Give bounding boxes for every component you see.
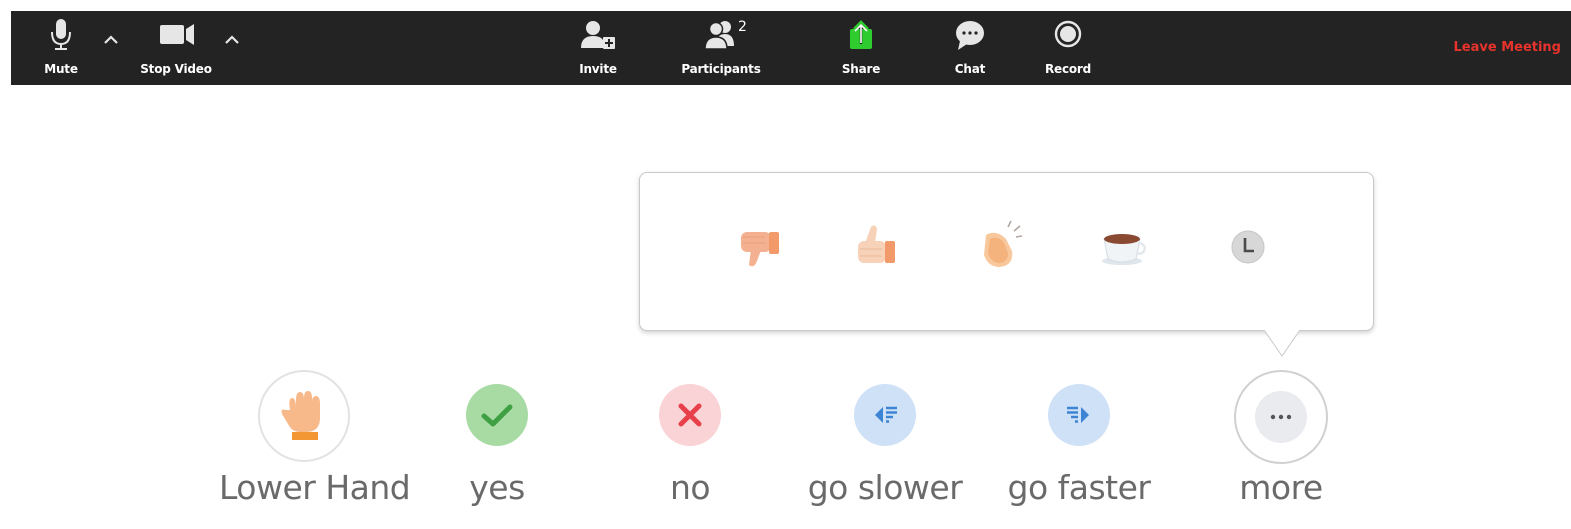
more-label: more: [1239, 468, 1323, 507]
share-screen-icon: [850, 20, 872, 49]
yes-button[interactable]: yes: [412, 370, 582, 520]
chat-button[interactable]: Chat: [940, 11, 1000, 85]
yes-label: yes: [469, 468, 525, 507]
go-slower-icon: [854, 384, 916, 446]
video-options-chevron-up-icon[interactable]: [223, 33, 241, 47]
go-faster-label: go faster: [1007, 468, 1151, 507]
invite-label: Invite: [579, 62, 617, 76]
chat-bubble-icon: [956, 21, 984, 50]
record-button[interactable]: Record: [1038, 11, 1098, 85]
invite-person-icon: [581, 21, 615, 49]
go-slower-label: go slower: [807, 468, 963, 507]
no-label: no: [669, 468, 711, 507]
stop-video-label: Stop Video: [140, 62, 212, 76]
more-dots-icon: [1255, 391, 1307, 443]
thumbs-down-icon[interactable]: [729, 217, 789, 277]
more-reactions-popup: [639, 172, 1374, 331]
participants-count: 2: [738, 19, 747, 35]
clock-icon[interactable]: [1218, 217, 1278, 277]
x-icon: [659, 384, 721, 446]
invite-button[interactable]: Invite: [568, 11, 628, 85]
go-faster-button[interactable]: go faster: [994, 370, 1164, 520]
clapping-hands-icon[interactable]: [970, 217, 1030, 277]
stop-video-button[interactable]: Stop Video: [140, 11, 212, 85]
share-button[interactable]: Share: [831, 11, 891, 85]
go-faster-icon: [1048, 384, 1110, 446]
record-icon: [1054, 20, 1082, 48]
lower-hand-label: Lower Hand: [219, 468, 411, 507]
chat-label: Chat: [954, 62, 986, 76]
no-button[interactable]: no: [605, 370, 775, 520]
mute-button[interactable]: Mute: [31, 11, 91, 85]
participants-button[interactable]: 2 Participants: [671, 11, 771, 85]
checkmark-icon: [466, 384, 528, 446]
go-slower-button[interactable]: go slower: [800, 370, 970, 520]
coffee-cup-icon[interactable]: [1092, 217, 1152, 277]
lower-hand-circle: [258, 370, 350, 462]
participants-icon: [704, 21, 734, 50]
audio-options-chevron-up-icon[interactable]: [102, 33, 120, 47]
video-camera-icon: [160, 24, 194, 45]
more-circle: [1234, 370, 1328, 464]
microphone-icon: [51, 19, 71, 50]
mute-label: Mute: [44, 62, 78, 76]
share-label: Share: [841, 62, 881, 76]
participants-label: Participants: [681, 62, 761, 76]
raised-hand-icon: [281, 391, 320, 440]
record-label: Record: [1044, 62, 1092, 76]
more-button[interactable]: more: [1196, 370, 1366, 520]
meeting-toolbar: Mute Stop Video Invite 2 Participants Sh…: [11, 11, 1571, 85]
leave-meeting-button[interactable]: Leave Meeting: [1454, 40, 1562, 55]
popup-pointer: [1264, 330, 1300, 357]
thumbs-up-icon[interactable]: [845, 217, 905, 277]
lower-hand-button[interactable]: Lower Hand: [219, 370, 411, 520]
